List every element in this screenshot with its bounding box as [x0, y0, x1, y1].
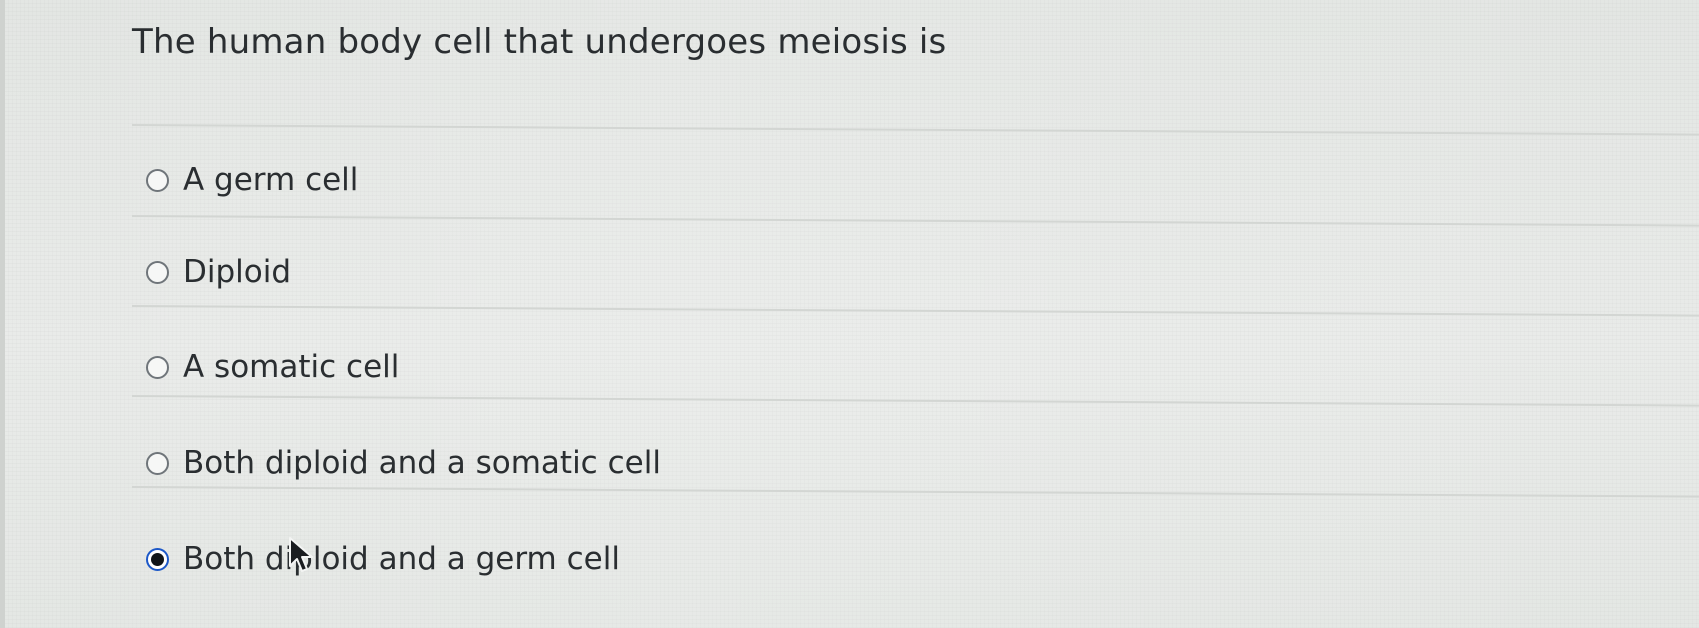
mouse-pointer-icon: [289, 537, 313, 572]
question-text: The human body cell that undergoes meios…: [132, 22, 947, 62]
divider: [131, 486, 1699, 498]
radio-empty-icon[interactable]: [146, 260, 169, 284]
divider: [131, 124, 1699, 136]
option-label: A somatic cell: [183, 349, 400, 385]
option-label: Both diploid and a somatic cell: [183, 445, 661, 481]
option-label: A germ cell: [183, 162, 359, 198]
divider: [131, 215, 1699, 227]
left-border: [0, 0, 5, 628]
option-both-diploid-germ[interactable]: Both diploid and a germ cell: [146, 537, 620, 581]
radio-empty-icon[interactable]: [146, 168, 169, 192]
divider: [131, 395, 1699, 407]
option-a-somatic-cell[interactable]: A somatic cell: [146, 345, 399, 389]
divider: [131, 305, 1699, 317]
option-label: Diploid: [183, 254, 292, 290]
option-a-germ-cell[interactable]: A germ cell: [146, 158, 358, 202]
radio-dot: [151, 552, 164, 566]
option-diploid[interactable]: Diploid: [146, 250, 291, 294]
quiz-page: The human body cell that undergoes meios…: [0, 0, 1699, 628]
radio-empty-icon[interactable]: [146, 355, 169, 379]
option-both-diploid-somatic[interactable]: Both diploid and a somatic cell: [146, 441, 661, 485]
radio-empty-icon[interactable]: [146, 451, 169, 475]
option-label: Both diploid and a germ cell: [183, 541, 620, 577]
radio-filled-icon[interactable]: [146, 547, 169, 571]
